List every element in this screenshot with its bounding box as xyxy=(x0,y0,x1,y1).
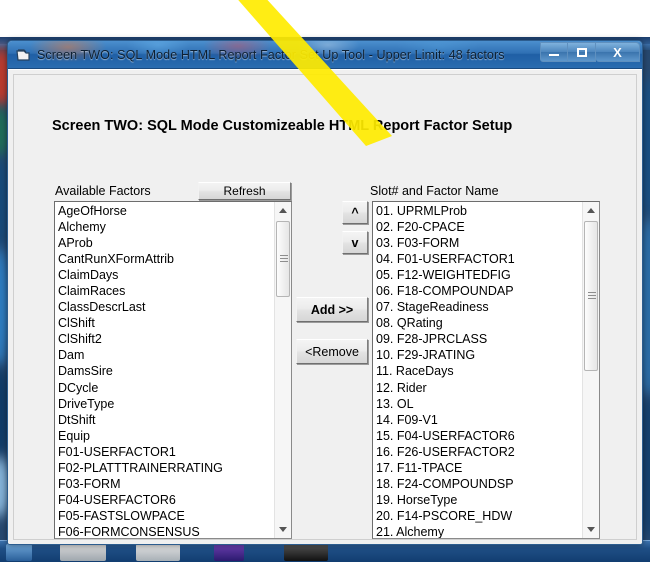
slot-factor-scrollbar[interactable] xyxy=(582,202,599,538)
list-item[interactable]: Equip xyxy=(58,428,274,444)
page-title: Screen TWO: SQL Mode Customizeable HTML … xyxy=(52,118,513,134)
list-item[interactable]: 09. F28-JPRCLASS xyxy=(376,331,582,347)
window-title: Screen TWO: SQL Mode HTML Report Factor … xyxy=(37,47,505,62)
list-item[interactable]: 02. F20-CPACE xyxy=(376,219,582,235)
list-item[interactable]: 15. F04-USERFACTOR6 xyxy=(376,428,582,444)
list-item[interactable]: DamsSire xyxy=(58,363,274,379)
list-item[interactable]: 11. RaceDays xyxy=(376,363,582,379)
list-item[interactable]: CantRunXFormAttrib xyxy=(58,251,274,267)
list-item[interactable]: ClaimDays xyxy=(58,267,274,283)
refresh-button[interactable]: Refresh xyxy=(198,182,291,200)
taskbar-item[interactable] xyxy=(284,544,328,561)
list-item[interactable]: F03-FORM xyxy=(58,476,274,492)
list-item[interactable]: ClShift2 xyxy=(58,331,274,347)
list-item[interactable]: AgeOfHorse xyxy=(58,203,274,219)
list-item[interactable]: 21. Alchemy xyxy=(376,524,582,538)
application-window: Screen TWO: SQL Mode HTML Report Factor … xyxy=(7,40,643,545)
scrollbar-thumb[interactable] xyxy=(584,221,598,371)
maximize-icon[interactable] xyxy=(568,42,596,62)
list-item[interactable]: DtShift xyxy=(58,412,274,428)
scrollbar-thumb[interactable] xyxy=(276,221,290,297)
list-item[interactable]: 12. Rider xyxy=(376,380,582,396)
slot-factor-items: 01. UPRMLProb 02. F20-CPACE 03. F03-FORM 04… xyxy=(373,202,582,538)
available-factors-label: Available Factors xyxy=(55,184,151,198)
slot-list-label: Slot# and Factor Name xyxy=(370,184,499,198)
list-item[interactable]: 13. OL xyxy=(376,396,582,412)
list-item[interactable]: 08. QRating xyxy=(376,315,582,331)
list-item[interactable]: 01. UPRMLProb xyxy=(376,203,582,219)
move-up-button[interactable]: ^ xyxy=(342,201,368,224)
scrollbar-grip-icon xyxy=(280,255,288,263)
taskbar-item[interactable] xyxy=(6,544,32,561)
list-item[interactable]: DriveType xyxy=(58,396,274,412)
highlighted-item-text: 01. UPRMLProb xyxy=(376,204,468,218)
list-item[interactable]: 14. F09-V1 xyxy=(376,412,582,428)
list-item[interactable]: 16. F26-USERFACTOR2 xyxy=(376,444,582,460)
list-item[interactable]: F05-FASTSLOWPACE xyxy=(58,508,274,524)
list-item[interactable]: ClassDescrLast xyxy=(58,299,274,315)
window-app-icon xyxy=(15,47,31,63)
taskbar-item[interactable] xyxy=(214,544,244,561)
list-item[interactable]: ClShift xyxy=(58,315,274,331)
window-client-area: Screen TWO: SQL Mode Customizeable HTML … xyxy=(8,69,642,544)
move-down-button[interactable]: v xyxy=(342,231,368,254)
scroll-down-arrow-icon[interactable] xyxy=(275,521,291,538)
list-item[interactable]: 03. F03-FORM xyxy=(376,235,582,251)
available-factors-listbox[interactable]: AgeOfHorse Alchemy AProb CantRunXFormAttrib… xyxy=(54,201,292,539)
scroll-up-arrow-icon[interactable] xyxy=(583,202,599,219)
list-item[interactable]: 17. F11-TPACE xyxy=(376,460,582,476)
remove-button[interactable]: <Remove xyxy=(296,339,368,364)
scrollbar-grip-icon xyxy=(588,292,596,300)
available-factors-scrollbar[interactable] xyxy=(274,202,291,538)
list-item[interactable]: DCycle xyxy=(58,380,274,396)
scroll-down-arrow-icon[interactable] xyxy=(583,521,599,538)
list-item[interactable]: 10. F29-JRATING xyxy=(376,347,582,363)
list-item[interactable]: AProb xyxy=(58,235,274,251)
taskbar-item[interactable] xyxy=(136,544,180,561)
slot-factor-listbox[interactable]: 01. UPRMLProb 02. F20-CPACE 03. F03-FORM 04… xyxy=(372,201,600,539)
available-factors-items: AgeOfHorse Alchemy AProb CantRunXFormAttrib… xyxy=(55,202,274,538)
scroll-up-arrow-icon[interactable] xyxy=(275,202,291,219)
list-item[interactable]: 07. StageReadiness xyxy=(376,299,582,315)
list-item[interactable]: 18. F24-COMPOUNDSP xyxy=(376,476,582,492)
list-item[interactable]: F02-PLATTTRAINERRATING xyxy=(58,460,274,476)
list-item[interactable]: 06. F18-COMPOUNDAP xyxy=(376,283,582,299)
list-item[interactable]: 04. F01-USERFACTOR1 xyxy=(376,251,582,267)
add-button[interactable]: Add >> xyxy=(296,297,368,322)
close-icon[interactable]: X xyxy=(596,42,640,62)
minimize-icon[interactable] xyxy=(540,42,568,62)
list-item[interactable]: F04-USERFACTOR6 xyxy=(58,492,274,508)
window-controls: X xyxy=(540,42,640,62)
list-item[interactable]: F01-USERFACTOR1 xyxy=(58,444,274,460)
list-item[interactable]: 20. F14-PSCORE_HDW xyxy=(376,508,582,524)
list-item[interactable]: 19. HorseType xyxy=(376,492,582,508)
list-item[interactable]: F06-FORMCONSENSUS xyxy=(58,524,274,538)
list-item[interactable]: ClaimRaces xyxy=(58,283,274,299)
list-item[interactable]: Alchemy xyxy=(58,219,274,235)
title-bar[interactable]: Screen TWO: SQL Mode HTML Report Factor … xyxy=(8,41,642,69)
list-item[interactable]: 05. F12-WEIGHTEDFIG xyxy=(376,267,582,283)
list-item[interactable]: Dam xyxy=(58,347,274,363)
taskbar-item[interactable] xyxy=(60,544,106,561)
